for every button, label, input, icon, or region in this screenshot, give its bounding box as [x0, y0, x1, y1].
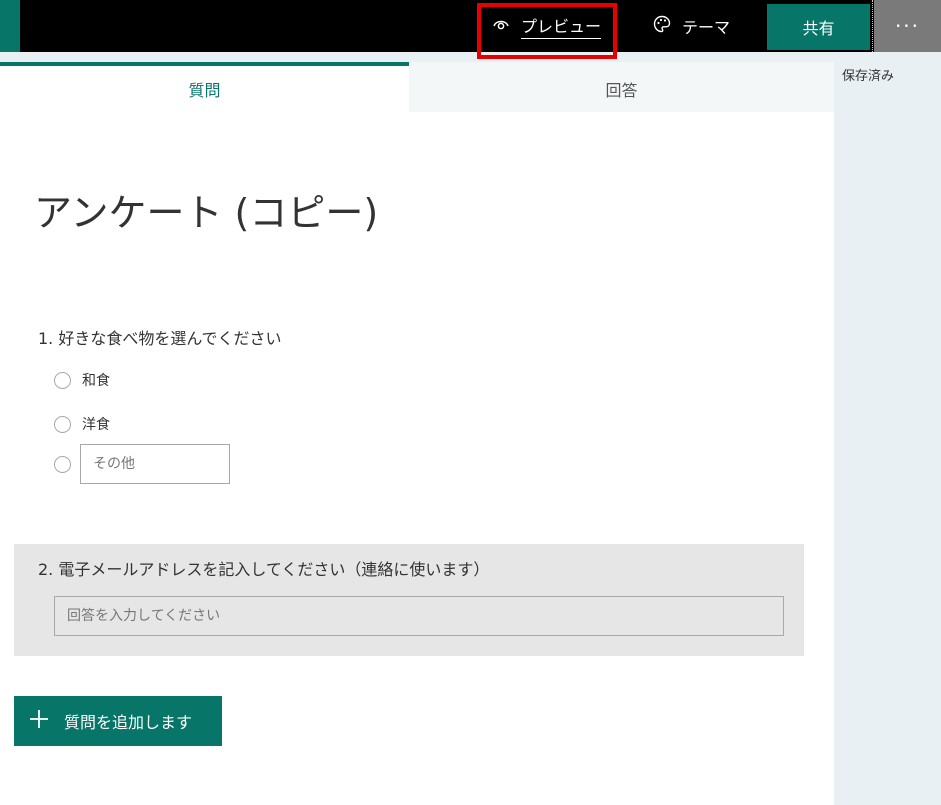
- eye-icon: [491, 14, 511, 38]
- question-1-option-other[interactable]: [54, 444, 230, 484]
- share-button[interactable]: 共有: [767, 4, 870, 50]
- question-1-option-2[interactable]: 洋食: [54, 414, 110, 434]
- tab-responses[interactable]: 回答: [409, 62, 834, 112]
- question-2-card[interactable]: 2. 電子メールアドレスを記入してください（連絡に使います）: [14, 544, 804, 656]
- question-1-option-1[interactable]: 和食: [54, 370, 110, 390]
- theme-button[interactable]: テーマ: [652, 0, 752, 52]
- preview-button[interactable]: プレビュー: [488, 0, 610, 52]
- question-2-title: 2. 電子メールアドレスを記入してください（連絡に使います）: [38, 560, 490, 579]
- tab-questions[interactable]: 質問: [0, 62, 409, 112]
- question-1-title[interactable]: 1. 好きな食べ物を選んでください: [38, 325, 282, 349]
- form-editor: アンケート (コピー) 1. 好きな食べ物を選んでください 和食 洋食 2. 電…: [0, 112, 834, 805]
- radio-button[interactable]: [54, 415, 71, 433]
- palette-icon: [652, 14, 672, 38]
- top-bar: プレビュー テーマ 共有 ···: [0, 0, 941, 59]
- question-2-answer-input[interactable]: [54, 596, 784, 636]
- saved-status: 保存済み: [842, 69, 895, 84]
- radio-button[interactable]: [54, 371, 71, 389]
- add-question-label: 質問を追加します: [64, 713, 193, 732]
- option-label: 洋食: [82, 417, 110, 433]
- other-option-input[interactable]: [80, 444, 230, 484]
- option-label: 和食: [82, 373, 110, 389]
- brand-strip: [0, 0, 20, 52]
- plus-icon: [28, 708, 50, 734]
- theme-label: テーマ: [682, 18, 731, 37]
- add-question-button[interactable]: 質問を追加します: [14, 696, 222, 746]
- more-options-button[interactable]: ···: [874, 0, 941, 52]
- preview-label: プレビュー: [521, 13, 602, 39]
- radio-button[interactable]: [54, 455, 71, 473]
- form-title[interactable]: アンケート (コピー): [34, 182, 378, 237]
- tab-bar: 質問 回答: [0, 62, 834, 112]
